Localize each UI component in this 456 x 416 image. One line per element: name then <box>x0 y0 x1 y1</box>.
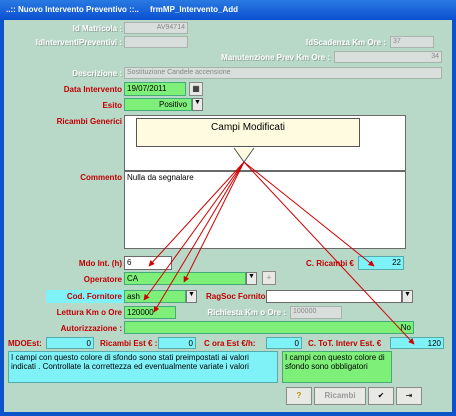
arrow-cod-fornitore <box>143 161 245 301</box>
arrow-c-ricambi <box>243 161 375 267</box>
annotation-arrows <box>143 147 415 345</box>
arrow-c-tot <box>243 161 415 345</box>
title-bar: ..:: Nuovo Intervento Preventivo ::.. fr… <box>0 0 456 20</box>
window-title: ..:: Nuovo Intervento Preventivo ::.. fr… <box>6 5 239 14</box>
arrow-mdo-int <box>148 161 245 267</box>
application-window: ..:: Nuovo Intervento Preventivo ::.. fr… <box>0 0 456 416</box>
arrow-lettura <box>153 161 245 313</box>
form-area: Id Matricola : AV94714 IdInterventiPreve… <box>4 20 452 412</box>
note-pointer <box>233 147 255 163</box>
arrow-operatore <box>183 161 245 283</box>
